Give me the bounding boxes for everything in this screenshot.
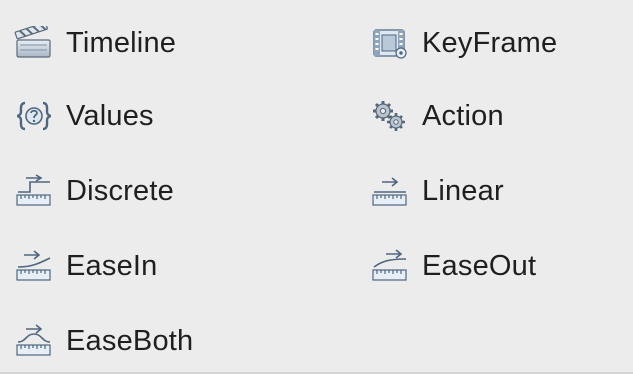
palette-item-label: EaseOut (422, 249, 537, 282)
palette-item-label: EaseBoth (66, 324, 194, 357)
film-strip-icon (370, 23, 416, 63)
palette-item-values[interactable]: Values (14, 88, 344, 144)
component-palette: Timeline KeyFrame Values Action Discrete… (0, 0, 633, 374)
palette-item-easeboth[interactable]: EaseBoth (14, 313, 344, 369)
ruler-linear-icon (370, 171, 416, 211)
palette-item-action[interactable]: Action (370, 88, 620, 144)
palette-item-label: Discrete (66, 174, 174, 207)
clapperboard-icon (14, 23, 60, 63)
palette-item-easeout[interactable]: EaseOut (370, 238, 620, 294)
palette-item-keyframe[interactable]: KeyFrame (370, 15, 620, 71)
ruler-easeboth-icon (14, 321, 60, 361)
palette-item-label: KeyFrame (422, 26, 558, 59)
palette-item-label: Action (422, 99, 504, 132)
gears-icon (370, 96, 416, 136)
palette-item-label: EaseIn (66, 249, 158, 282)
ruler-discrete-icon (14, 171, 60, 211)
ruler-easein-icon (14, 246, 60, 286)
ruler-easeout-icon (370, 246, 416, 286)
palette-item-discrete[interactable]: Discrete (14, 163, 344, 219)
palette-item-easein[interactable]: EaseIn (14, 238, 344, 294)
palette-item-label: Linear (422, 174, 504, 207)
palette-item-label: Values (66, 99, 154, 132)
palette-item-linear[interactable]: Linear (370, 163, 620, 219)
palette-item-label: Timeline (66, 26, 177, 59)
braces-icon (14, 96, 60, 136)
palette-item-timeline[interactable]: Timeline (14, 15, 344, 71)
